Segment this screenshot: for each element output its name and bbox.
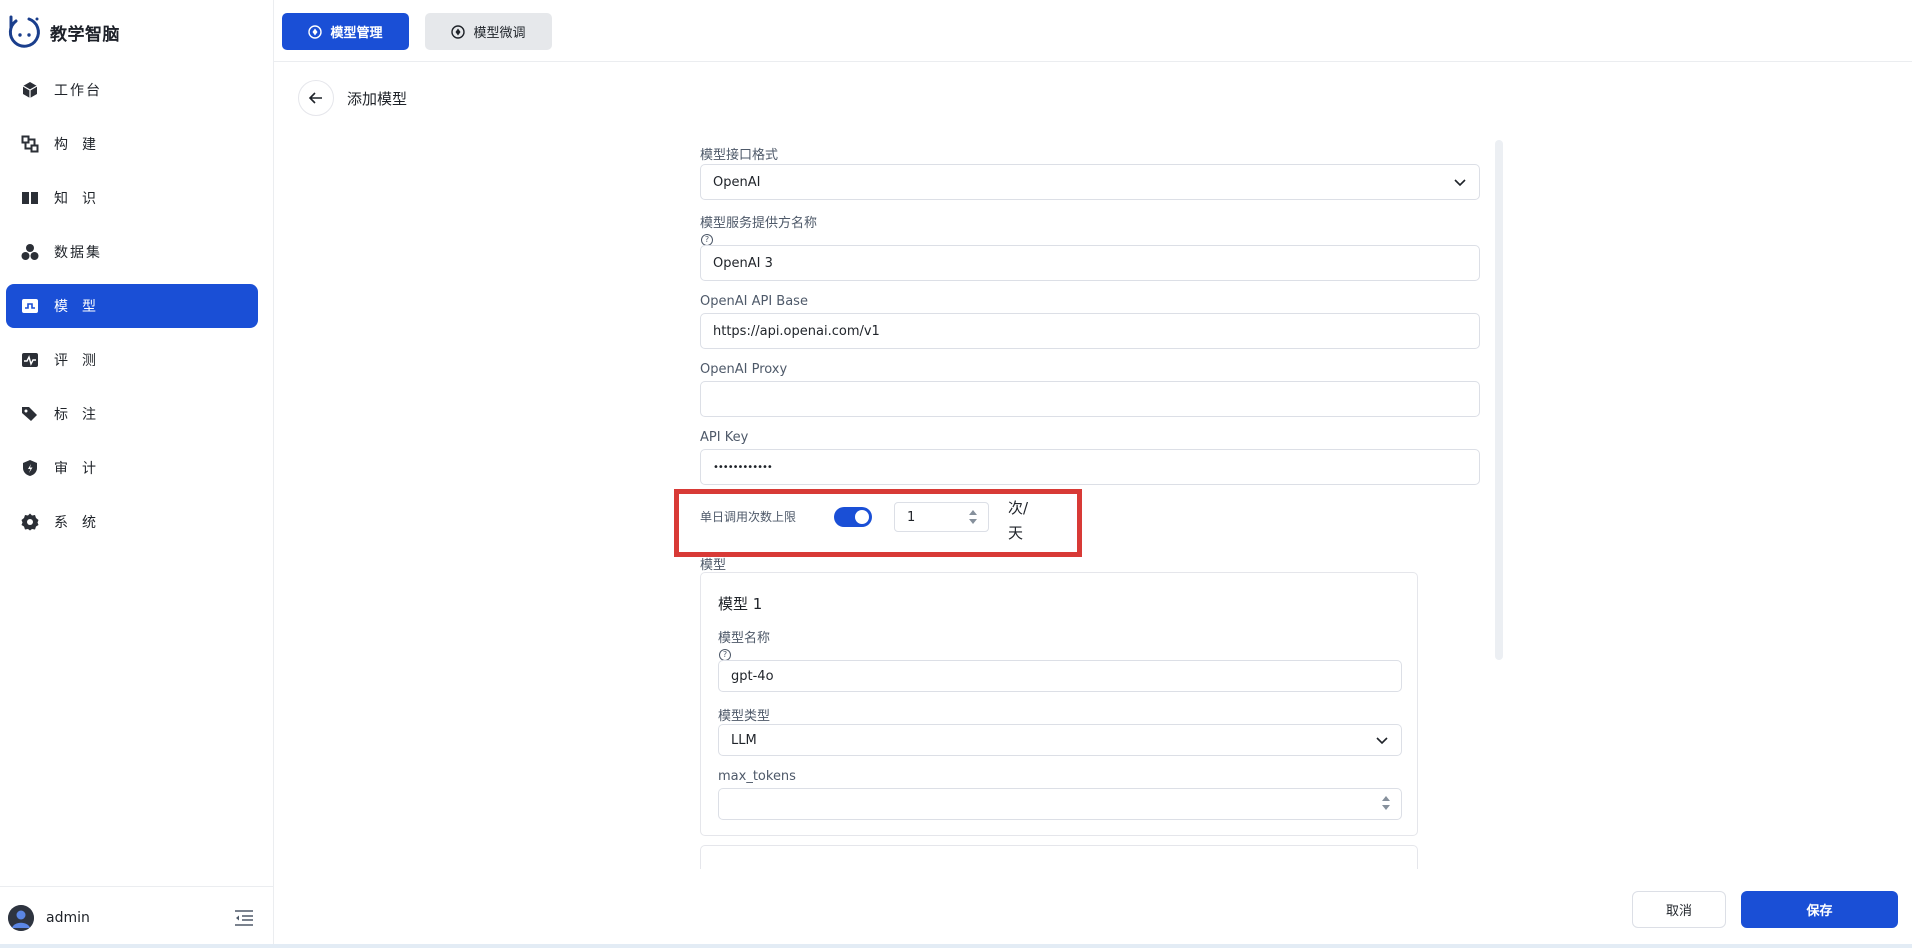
book-icon bbox=[20, 188, 40, 208]
sidebar-item-knowledge[interactable]: 知识 bbox=[6, 176, 258, 220]
model-card-next bbox=[700, 845, 1418, 869]
sidebar-item-workbench[interactable]: 工作台 bbox=[6, 68, 258, 112]
finetune-tab-icon bbox=[451, 24, 466, 39]
tab-label: 模型微调 bbox=[473, 26, 526, 41]
daily-limit-unit: 次/ 天 bbox=[1008, 496, 1028, 546]
provider-name-input[interactable]: OpenAI 3 bbox=[700, 245, 1480, 281]
api-key-label: API Key bbox=[700, 430, 749, 445]
tab-model-management[interactable]: 模型管理 bbox=[282, 13, 409, 50]
model-type-select[interactable]: LLM bbox=[718, 724, 1402, 756]
scrollbar[interactable] bbox=[1495, 140, 1503, 660]
sidebar-item-label: 评测 bbox=[54, 353, 110, 369]
username: admin bbox=[46, 909, 90, 926]
dataset-icon bbox=[20, 242, 40, 262]
sidebar-item-label: 知识 bbox=[54, 191, 110, 207]
interface-format-label: 模型接口格式 bbox=[700, 148, 779, 163]
stepper-arrows-icon[interactable] bbox=[1381, 794, 1391, 812]
daily-limit-value: 1 bbox=[907, 509, 916, 525]
stepper-arrows-icon[interactable] bbox=[968, 508, 978, 526]
build-icon bbox=[20, 134, 40, 154]
evaluation-icon bbox=[20, 350, 40, 370]
unit-line-2: 天 bbox=[1008, 524, 1024, 542]
max-tokens-label: max_tokens bbox=[718, 769, 796, 784]
sidebar-item-label: 模型 bbox=[54, 299, 110, 315]
app-name: 教学智脑 bbox=[50, 24, 120, 45]
bottom-divider bbox=[0, 944, 1912, 948]
chevron-down-icon bbox=[1376, 737, 1388, 745]
sidebar-item-label: 标注 bbox=[54, 407, 110, 423]
sidebar-item-build[interactable]: 构建 bbox=[6, 122, 258, 166]
sidebar-item-model[interactable]: 模型 bbox=[6, 284, 258, 328]
sidebar-item-label: 数据集 bbox=[54, 245, 102, 261]
logo-icon bbox=[8, 15, 40, 48]
model-tab-icon bbox=[308, 24, 323, 39]
shield-icon bbox=[20, 458, 40, 478]
sidebar-item-annotation[interactable]: 标注 bbox=[6, 392, 258, 436]
sidebar-item-label: 工作台 bbox=[54, 83, 102, 99]
unit-line-1: 次/ bbox=[1008, 499, 1029, 517]
save-button[interactable]: 保存 bbox=[1741, 891, 1898, 928]
api-base-input[interactable]: https://api.openai.com/v1 bbox=[700, 313, 1480, 349]
avatar[interactable] bbox=[8, 904, 34, 931]
sidebar-item-dataset[interactable]: 数据集 bbox=[6, 230, 258, 274]
sidebar-item-system[interactable]: 系统 bbox=[6, 500, 258, 544]
model-name-value: gpt-4o bbox=[731, 668, 774, 684]
sidebar: 教学智脑 工作台 构建 知识 数据集 模型 评测 标注 审计 系统 admin bbox=[0, 0, 274, 948]
interface-format-select[interactable]: OpenAI bbox=[700, 164, 1480, 200]
cancel-button[interactable]: 取消 bbox=[1632, 891, 1726, 928]
provider-name-value: OpenAI 3 bbox=[713, 255, 773, 271]
user-section: admin bbox=[0, 886, 274, 948]
model-card-title: 模型 1 bbox=[718, 595, 763, 613]
tab-label: 模型管理 bbox=[330, 26, 383, 41]
sidebar-item-label: 构建 bbox=[54, 137, 110, 153]
gear-icon bbox=[20, 512, 40, 532]
daily-limit-toggle[interactable] bbox=[834, 507, 872, 527]
max-tokens-input[interactable] bbox=[718, 788, 1402, 820]
sidebar-item-evaluation[interactable]: 评测 bbox=[6, 338, 258, 382]
daily-limit-label: 单日调用次数上限 bbox=[700, 510, 797, 524]
models-label: 模型 bbox=[700, 558, 727, 573]
api-base-value: https://api.openai.com/v1 bbox=[713, 323, 880, 339]
sidebar-item-label: 审计 bbox=[54, 461, 110, 477]
brand[interactable]: 教学智脑 bbox=[7, 12, 120, 52]
model-card: 模型 1 模型名称 ? gpt-4o 模型类型 LLM max_tokens bbox=[700, 572, 1418, 836]
interface-format-value: OpenAI bbox=[713, 174, 761, 190]
arrow-left-icon bbox=[308, 92, 322, 104]
proxy-input[interactable] bbox=[700, 381, 1480, 417]
model-icon bbox=[20, 296, 40, 316]
back-button[interactable] bbox=[298, 80, 334, 116]
top-tab-bar: 模型管理 模型微调 bbox=[274, 0, 1912, 62]
cube-icon bbox=[20, 80, 40, 100]
collapse-sidebar-icon[interactable] bbox=[234, 909, 254, 931]
sidebar-item-audit[interactable]: 审计 bbox=[6, 446, 258, 490]
model-name-label: 模型名称 bbox=[718, 631, 771, 646]
api-key-value: •••••••••••• bbox=[713, 461, 773, 473]
provider-name-label: 模型服务提供方名称 bbox=[700, 216, 818, 231]
daily-limit-stepper[interactable]: 1 bbox=[894, 502, 989, 532]
tag-icon bbox=[20, 404, 40, 424]
tab-model-finetune[interactable]: 模型微调 bbox=[425, 13, 552, 50]
model-type-label: 模型类型 bbox=[718, 709, 771, 724]
model-type-value: LLM bbox=[731, 732, 757, 748]
sidebar-item-label: 系统 bbox=[54, 515, 110, 531]
proxy-label: OpenAI Proxy bbox=[700, 362, 788, 377]
page-title: 添加模型 bbox=[347, 90, 408, 108]
model-name-input[interactable]: gpt-4o bbox=[718, 660, 1402, 692]
api-key-input[interactable]: •••••••••••• bbox=[700, 449, 1480, 485]
sidebar-nav: 工作台 构建 知识 数据集 模型 评测 标注 审计 系统 bbox=[6, 68, 258, 554]
chevron-down-icon bbox=[1454, 179, 1466, 187]
api-base-label: OpenAI API Base bbox=[700, 294, 808, 309]
